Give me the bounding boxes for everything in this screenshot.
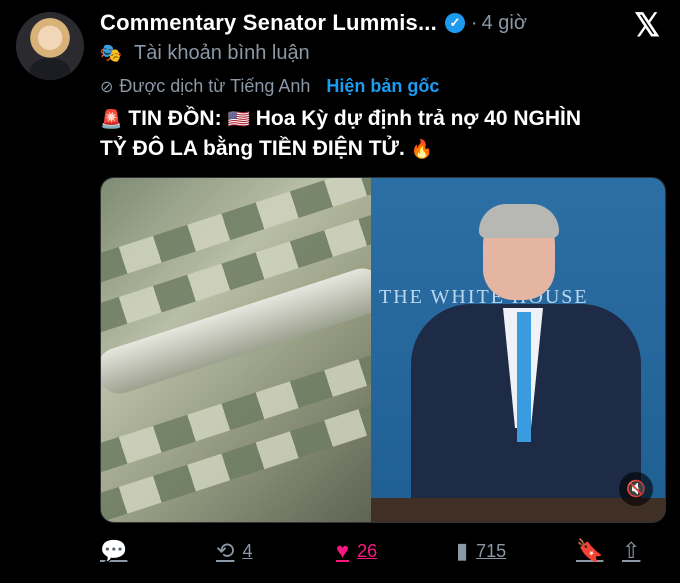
views-button[interactable]: ▮ 715	[456, 538, 576, 564]
media-image[interactable]: THE WHITE HOUSE 🔇	[100, 177, 666, 523]
separator-dot: ·	[470, 11, 478, 34]
us-flag-icon: 🇺🇸	[227, 109, 250, 129]
account-type-label: Tài khoản bình luận	[134, 42, 310, 64]
views-icon: ▮	[456, 538, 469, 563]
like-count: 26	[357, 540, 378, 561]
reply-button[interactable]: 💬	[100, 538, 216, 564]
tweet-header: Commentary Senator Lummis... ✓ · 4 giờ	[100, 8, 680, 38]
no-translate-icon: ⊘	[100, 78, 114, 96]
translated-from-label: Được dịch từ Tiếng Anh	[119, 76, 311, 96]
verified-icon: ✓	[444, 13, 465, 33]
post-time[interactable]: 4 giờ	[482, 12, 527, 35]
fire-icon: 🔥	[410, 139, 434, 159]
bookmark-button[interactable]: 🔖	[576, 538, 622, 564]
x-logo-icon[interactable]: 𝕏	[634, 6, 660, 44]
bookmark-icon: 🔖	[576, 538, 604, 563]
avatar[interactable]	[16, 12, 84, 80]
show-original-link[interactable]: Hiện bản gốc	[326, 76, 439, 97]
like-button[interactable]: ♥ 26	[336, 538, 456, 564]
repost-icon: ⟲	[216, 538, 235, 563]
share-button[interactable]: ⇧	[622, 538, 652, 564]
mute-icon[interactable]: 🔇	[619, 472, 653, 506]
like-icon: ♥	[336, 538, 350, 563]
mask-icon: 🎭	[99, 43, 123, 63]
post-text: 🚨 TIN ĐỒN: 🇺🇸 Hoa Kỳ dự định trả nợ 40 N…	[100, 104, 660, 164]
repost-button[interactable]: ⟲ 4	[216, 538, 336, 564]
views-count: 715	[476, 540, 507, 561]
display-name[interactable]: Commentary Senator Lummis...	[100, 10, 437, 36]
action-bar: 💬 ⟲ 4 ♥ 26 ▮ 715 🔖 ⇧	[100, 536, 664, 566]
podium	[371, 498, 665, 522]
post-line1-label: TIN ĐỒN:	[128, 107, 222, 130]
post-line1-rest: Hoa Kỳ dự định trả nợ 40 NGHÌN	[255, 107, 582, 130]
hair	[479, 204, 559, 238]
repost-count: 4	[242, 540, 253, 561]
speaker-figure	[411, 204, 651, 514]
press-briefing-image: THE WHITE HOUSE	[371, 178, 665, 522]
money-printing-image	[101, 178, 398, 522]
share-icon: ⇧	[622, 538, 641, 563]
account-type: 🎭 Tài khoản bình luận	[100, 42, 310, 65]
translation-bar: ⊘ Được dịch từ Tiếng Anh Hiện bản gốc	[100, 76, 439, 97]
tie	[517, 312, 531, 442]
siren-icon: 🚨	[100, 109, 123, 129]
post-line2: TỶ ĐÔ LA bằng TIỀN ĐIỆN TỬ.	[100, 137, 405, 160]
reply-icon: 💬	[100, 538, 128, 563]
